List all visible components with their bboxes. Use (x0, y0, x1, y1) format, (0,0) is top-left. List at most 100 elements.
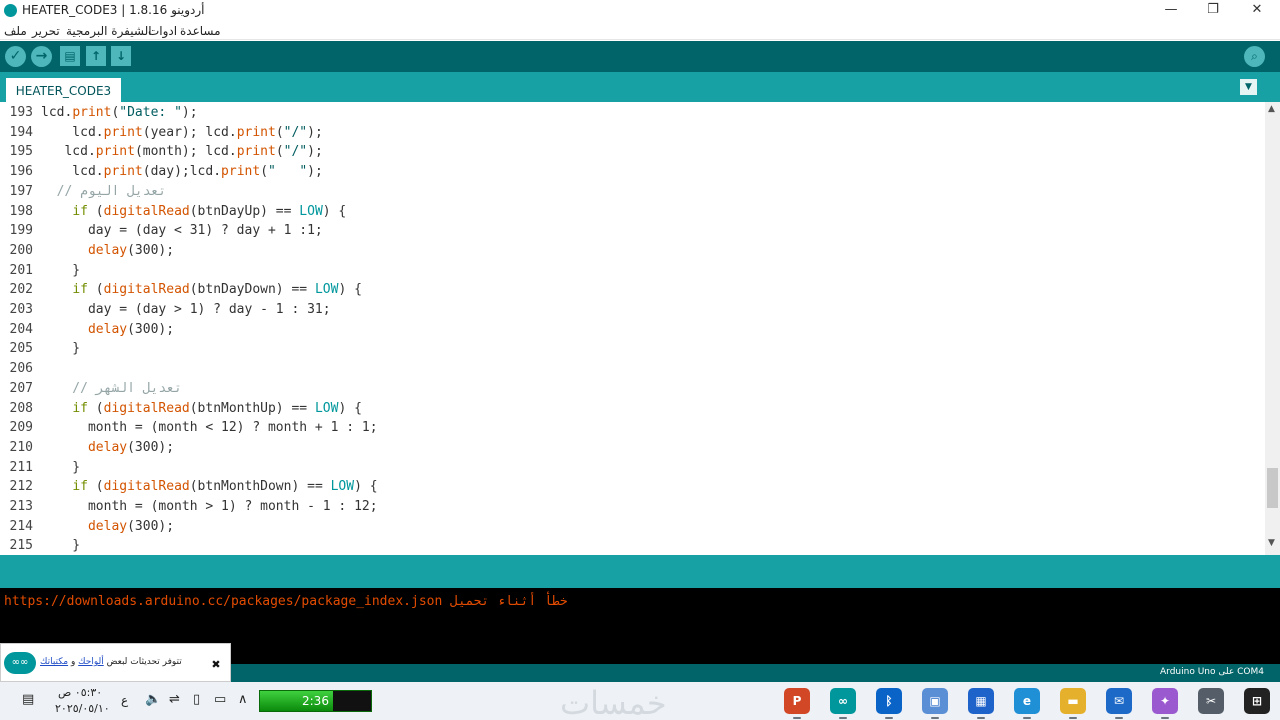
save-sketch-button[interactable]: ↓ (111, 46, 131, 66)
verify-button[interactable]: ✓ (5, 46, 26, 67)
code-text[interactable]: if (digitalRead(btnMonthUp) == LOW) { (41, 401, 362, 416)
taskbar-start-icon[interactable]: ⊞ (1244, 688, 1270, 714)
tab-heater-code3[interactable]: HEATER_CODE3 (6, 78, 121, 102)
new-sketch-button[interactable]: ▤ (60, 46, 80, 66)
status-area (0, 555, 1280, 588)
code-text[interactable]: lcd.print(day);lcd.print(" "); (41, 164, 323, 179)
code-line[interactable]: 203 day = (day > 1) ? day - 1 : 31; (0, 302, 1265, 322)
code-line[interactable]: 214 delay(300); (0, 519, 1265, 539)
notification-close-icon[interactable]: ✖ (207, 658, 225, 672)
code-line[interactable]: 205 } (0, 341, 1265, 361)
code-line[interactable]: 206 (0, 361, 1265, 381)
taskbar-mail-icon[interactable]: ✉ (1106, 688, 1132, 714)
menu-sketch[interactable]: الشيفرة البرمجية (66, 24, 152, 38)
code-line[interactable]: 213 month = (month > 1) ? month - 1 : 12… (0, 499, 1265, 519)
line-number: 200 (9, 242, 33, 258)
menu-edit[interactable]: تحرير (32, 24, 60, 38)
notification-message: تتوفر تحديثات لبعض (106, 657, 182, 667)
taskbar-photos-icon[interactable]: ▣ (922, 688, 948, 714)
code-line[interactable]: 193 lcd.print("Date: "); (0, 105, 1265, 125)
code-line[interactable]: 204 delay(300); (0, 322, 1265, 342)
code-line[interactable]: 196 lcd.print(day);lcd.print(" "); (0, 164, 1265, 184)
code-line[interactable]: 208 if (digitalRead(btnMonthUp) == LOW) … (0, 401, 1265, 421)
code-editor[interactable]: 193 lcd.print("Date: "); 194 lcd.print(yea… (0, 102, 1265, 555)
code-line[interactable]: 209 month = (month < 12) ? month + 1 : 1… (0, 420, 1265, 440)
upload-button[interactable]: → (31, 46, 52, 67)
code-line[interactable]: 200 delay(300); (0, 243, 1265, 263)
taskbar-copilot-icon[interactable]: ✦ (1152, 688, 1178, 714)
code-line[interactable]: 199 day = (day < 31) ? day + 1 :1; (0, 223, 1265, 243)
windows-taskbar: ▤ ٠٥:٣٠ ص ٢٠٢٥/٠٥/١٠ ع 🔈 ⇌ ▯ ▭ ∧ 2:36 خم… (0, 682, 1280, 720)
close-button[interactable]: ✕ (1234, 0, 1280, 22)
open-sketch-button[interactable]: ↑ (86, 46, 106, 66)
code-text[interactable]: day = (day < 31) ? day + 1 :1; (41, 223, 323, 238)
code-line[interactable]: 212 if (digitalRead(btnMonthDown) == LOW… (0, 479, 1265, 499)
libraries-link[interactable]: مكتباتك (40, 657, 68, 667)
code-text[interactable]: lcd.print(month); lcd.print("/"); (41, 144, 322, 159)
scroll-up-arrow-icon[interactable]: ▲ (1268, 104, 1275, 114)
code-text[interactable]: } (41, 460, 80, 475)
editor-scrollbar[interactable]: ▲ ▼ (1265, 102, 1280, 555)
code-line[interactable]: 211 } (0, 460, 1265, 480)
taskbar-running-indicator (1069, 717, 1077, 719)
code-text[interactable]: // تعديل الشهر (41, 381, 182, 396)
code-text[interactable]: month = (month < 12) ? month + 1 : 1; (41, 420, 378, 435)
code-line[interactable]: 210 delay(300); (0, 440, 1265, 460)
clock-date[interactable]: ٢٠٢٥/٠٥/١٠ (55, 702, 110, 715)
scrollbar-thumb[interactable] (1267, 468, 1278, 508)
code-text[interactable]: } (41, 341, 80, 356)
code-line[interactable]: 215 } (0, 538, 1265, 555)
code-line[interactable]: 197 // تعديل اليوم (0, 184, 1265, 204)
code-text[interactable]: } (41, 538, 80, 553)
arduino-logo-icon (4, 4, 17, 17)
code-line[interactable]: 198 if (digitalRead(btnDayUp) == LOW) { (0, 204, 1265, 224)
code-text[interactable]: // تعديل اليوم (41, 184, 167, 199)
taskbar-bluetooth-icon[interactable]: ᛒ (876, 688, 902, 714)
maximize-button[interactable]: ❐ (1190, 0, 1236, 22)
clock-time[interactable]: ٠٥:٣٠ ص (58, 686, 102, 699)
code-text[interactable]: delay(300); (41, 440, 174, 455)
code-text[interactable]: lcd.print("Date: "); (41, 105, 198, 120)
taskbar-powerpoint-icon[interactable]: P (784, 688, 810, 714)
minimize-button[interactable]: — (1148, 0, 1194, 22)
taskbar-snip-icon[interactable]: ✂ (1198, 688, 1224, 714)
taskbar-store-icon[interactable]: ▦ (968, 688, 994, 714)
code-line[interactable]: 201 } (0, 263, 1265, 283)
menu-file[interactable]: ملف (4, 24, 27, 38)
taskbar-running-indicator (1161, 717, 1169, 719)
code-text[interactable]: } (41, 263, 80, 278)
code-line[interactable]: 194 lcd.print(year); lcd.print("/"); (0, 125, 1265, 145)
code-text[interactable]: delay(300); (41, 322, 174, 337)
code-text[interactable]: delay(300); (41, 519, 174, 534)
code-text[interactable]: day = (day > 1) ? day - 1 : 31; (41, 302, 331, 317)
code-line[interactable]: 195 lcd.print(month); lcd.print("/"); (0, 144, 1265, 164)
update-notification: ∞∞ تتوفر تحديثات لبعض ألواحك و مكتباتك ✖ (0, 643, 231, 682)
battery-icon[interactable]: ▭ (214, 692, 226, 707)
line-number: 193 (9, 105, 33, 120)
tray-expand-icon[interactable]: ∧ (238, 692, 248, 707)
notification-center-icon[interactable]: ▤ (22, 692, 34, 707)
code-text[interactable]: if (digitalRead(btnMonthDown) == LOW) { (41, 479, 377, 494)
volume-icon[interactable]: 🔈 (145, 692, 161, 707)
line-number: 197 (9, 183, 33, 199)
taskbar-edge-icon[interactable]: e (1014, 688, 1040, 714)
code-line[interactable]: 202 if (digitalRead(btnDayDown) == LOW) … (0, 282, 1265, 302)
code-text[interactable]: month = (month > 1) ? month - 1 : 12; (41, 499, 378, 514)
network-icon[interactable]: ⇌ (169, 692, 180, 707)
taskbar-running-indicator (793, 717, 801, 719)
serial-monitor-button[interactable]: ⌕ (1244, 46, 1265, 67)
tab-menu-chevron-down-icon[interactable]: ▼ (1240, 79, 1257, 95)
device-icon[interactable]: ▯ (193, 692, 200, 707)
taskbar-explorer-icon[interactable]: ▬ (1060, 688, 1086, 714)
code-text[interactable]: lcd.print(year); lcd.print("/"); (41, 125, 323, 140)
code-line[interactable]: 207 // تعديل الشهر (0, 381, 1265, 401)
menu-help[interactable]: مساعدة (180, 24, 221, 38)
taskbar-arduino-icon[interactable]: ∞ (830, 688, 856, 714)
code-text[interactable]: if (digitalRead(btnDayDown) == LOW) { (41, 282, 362, 297)
code-text[interactable]: delay(300); (41, 243, 174, 258)
code-text[interactable]: if (digitalRead(btnDayUp) == LOW) { (41, 204, 346, 219)
input-language-indicator[interactable]: ع (121, 693, 128, 707)
menu-tools[interactable]: ادوات (148, 24, 177, 38)
scroll-down-arrow-icon[interactable]: ▼ (1268, 538, 1275, 548)
boards-link[interactable]: ألواحك (78, 657, 104, 667)
